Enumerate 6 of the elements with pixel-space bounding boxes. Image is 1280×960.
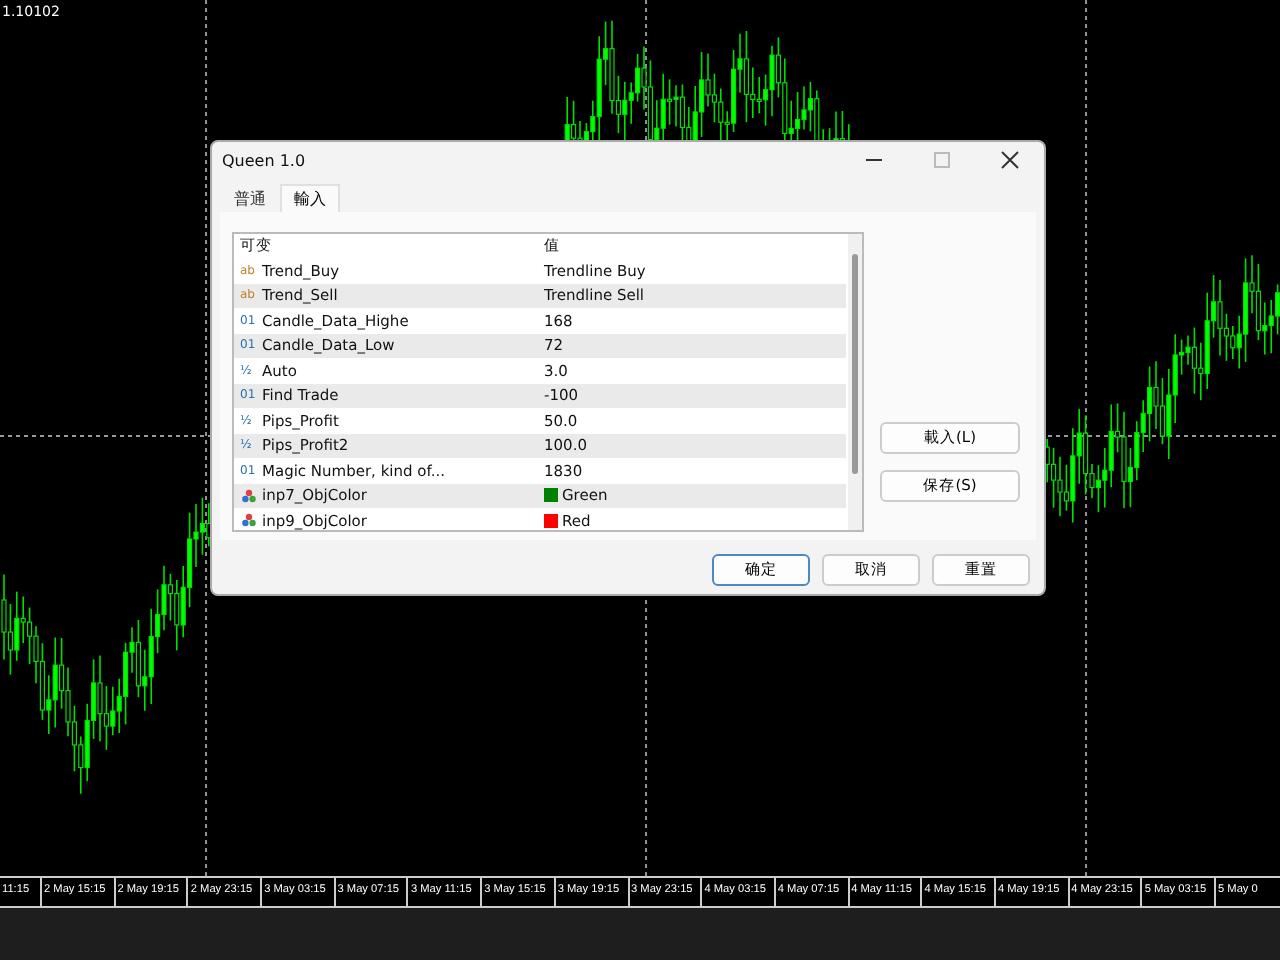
palette-icon (240, 512, 258, 529)
tab[interactable]: 普通 (220, 184, 280, 212)
palette-icon (240, 487, 258, 504)
scrollbar[interactable] (848, 234, 862, 530)
tab[interactable]: 輸入 (280, 184, 340, 212)
window-title: Queen 1.0 (222, 151, 308, 169)
